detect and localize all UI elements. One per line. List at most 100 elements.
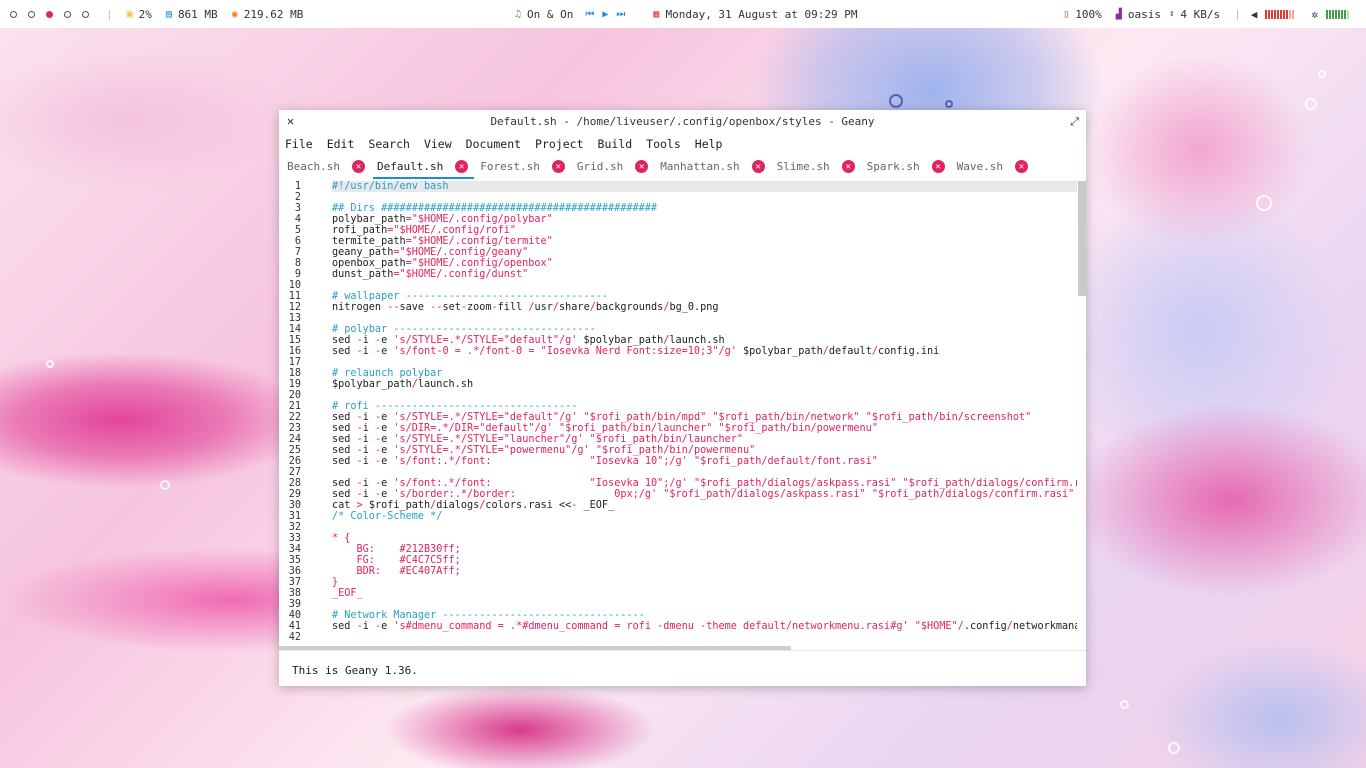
line-number: 15 [288, 335, 301, 346]
tab-manhattan[interactable]: Manhattan.sh ✕ [654, 154, 770, 179]
close-tab-icon[interactable]: ✕ [1015, 160, 1028, 173]
code-line[interactable]: sed -i -e 's/STYLE=.*/STYLE="default"/g'… [332, 335, 1077, 346]
disk-module: ◉ 219.62 MB [232, 8, 304, 21]
code-line[interactable]: nitrogen --save --set-zoom-fill /usr/sha… [332, 302, 1077, 313]
menu-tools[interactable]: Tools [646, 137, 681, 151]
workspace-2[interactable] [28, 10, 35, 18]
code-line[interactable]: termite_path="$HOME/.config/termite" [332, 236, 1077, 247]
code-line[interactable]: openbox_path="$HOME/.config/openbox" [332, 258, 1077, 269]
menu-bar: File Edit Search View Document Project B… [279, 133, 1086, 154]
menu-help[interactable]: Help [695, 137, 723, 151]
code-line[interactable]: # wallpaper ----------------------------… [332, 291, 1077, 302]
line-number: 33 [288, 533, 301, 544]
date-module: ▦ Monday, 31 August at 09:29 PM [653, 8, 857, 21]
battery-module: ▯ 100% [1063, 8, 1102, 21]
code-line[interactable]: cat > $rofi_path/dialogs/colors.rasi <<-… [332, 500, 1077, 511]
code-line[interactable] [332, 192, 1077, 203]
window-titlebar[interactable]: ✕ Default.sh - /home/liveuser/.config/op… [279, 110, 1086, 133]
line-number: 24 [288, 434, 301, 445]
tab-spark[interactable]: Spark.sh ✕ [861, 154, 951, 179]
code-line[interactable]: sed -i -e 's/font-0 = .*/font-0 = "Iosev… [332, 346, 1077, 357]
close-tab-icon[interactable]: ✕ [455, 160, 469, 173]
code-line[interactable]: * { [332, 533, 1077, 544]
volume-bar[interactable] [1265, 9, 1295, 19]
code-line[interactable]: /* Color-Scheme */ [332, 511, 1077, 522]
code-line[interactable]: BDR: #EC407Aff; [332, 566, 1077, 577]
code-line[interactable] [332, 599, 1077, 610]
close-tab-icon[interactable]: ✕ [635, 160, 649, 173]
code-line[interactable] [332, 280, 1077, 291]
volume-icon[interactable]: ◀ [1251, 8, 1258, 21]
menu-edit[interactable]: Edit [327, 137, 355, 151]
code-line[interactable]: sed -i -e 's/border:.*/border: 0px;/g' "… [332, 489, 1077, 500]
code-line[interactable]: ## Dirs ################################… [332, 203, 1077, 214]
code-line[interactable]: sed -i -e 's/STYLE=.*/STYLE="launcher"/g… [332, 434, 1077, 445]
code-line[interactable] [332, 357, 1077, 368]
line-number: 20 [288, 390, 301, 401]
code-line[interactable]: # relaunch polybar [332, 368, 1077, 379]
code-line[interactable]: polybar_path="$HOME/.config/polybar" [332, 214, 1077, 225]
close-tab-icon[interactable]: ✕ [551, 160, 565, 173]
tab-beach[interactable]: Beach.sh ✕ [281, 154, 371, 179]
code-line[interactable]: FG: #C4C7C5ff; [332, 555, 1077, 566]
code-line[interactable]: sed -i -e 's/font:.*/font: "Iosevka 10";… [332, 478, 1077, 489]
vertical-scrollbar[interactable] [1078, 181, 1086, 296]
tab-default[interactable]: Default.sh ✕ [371, 154, 475, 179]
code-line[interactable]: sed -i -e 's/DIR=.*/DIR="default"/g' "$r… [332, 423, 1077, 434]
menu-project[interactable]: Project [535, 137, 583, 151]
tab-wave[interactable]: Wave.sh ✕ [951, 154, 1034, 179]
code-line[interactable] [332, 467, 1077, 478]
code-line[interactable] [332, 522, 1077, 533]
close-tab-icon[interactable]: ✕ [931, 160, 945, 173]
tab-slime[interactable]: Slime.sh ✕ [771, 154, 861, 179]
code-line[interactable]: geany_path="$HOME/.config/geany" [332, 247, 1077, 258]
tab-forest[interactable]: Forest.sh ✕ [474, 154, 571, 179]
code-line[interactable] [332, 390, 1077, 401]
workspace-5[interactable] [82, 10, 89, 18]
menu-search[interactable]: Search [368, 137, 410, 151]
close-tab-icon[interactable]: ✕ [841, 160, 855, 173]
code-line[interactable]: rofi_path="$HOME/.config/rofi" [332, 225, 1077, 236]
code-line[interactable]: sed -i -e 's/font:.*/font: "Iosevka 10";… [332, 456, 1077, 467]
code-line[interactable] [332, 313, 1077, 324]
menu-build[interactable]: Build [598, 137, 633, 151]
code-line[interactable] [332, 632, 1077, 641]
music-module[interactable]: ♫ On & On [515, 8, 573, 21]
code-editor[interactable]: 1 2 3 4 5 6 7 8 9 10 11 12 13 14 15 16 17 18 19 20 21 22 23 24 2… [279, 181, 1086, 650]
code-line[interactable]: sed -i -e 's/STYLE=.*/STYLE="powermenu"/… [332, 445, 1077, 456]
code-line[interactable]: } [332, 577, 1077, 588]
menu-view[interactable]: View [424, 137, 452, 151]
code-line[interactable]: BG: #212B30ff; [332, 544, 1077, 555]
workspace-3[interactable] [46, 10, 53, 18]
maximize-icon[interactable]: ⤢ [1070, 110, 1079, 133]
network-name: oasis [1127, 7, 1161, 21]
code-line[interactable]: # polybar ------------------------------… [332, 324, 1077, 335]
code-area[interactable]: #!/usr/bin/env bash ## Dirs ############… [332, 181, 1077, 641]
code-line[interactable]: sed -i -e 's#dmenu_command = .*#dmenu_co… [332, 621, 1077, 632]
code-line[interactable]: _EOF_ [332, 588, 1077, 599]
code-line[interactable]: #!/usr/bin/env bash [332, 181, 1077, 192]
previous-track-icon[interactable]: ⏮ [585, 9, 594, 20]
line-number: 26 [288, 456, 301, 467]
close-window-icon[interactable]: ✕ [287, 110, 294, 133]
tab-grid[interactable]: Grid.sh ✕ [571, 154, 654, 179]
code-line[interactable]: sed -i -e 's/STYLE=.*/STYLE="default"/g'… [332, 412, 1077, 423]
code-line[interactable]: # rofi --------------------------------- [332, 401, 1077, 412]
close-tab-icon[interactable]: ✕ [351, 160, 365, 173]
menu-document[interactable]: Document [466, 137, 521, 151]
close-tab-icon[interactable]: ✕ [751, 160, 765, 173]
line-number: 4 [294, 214, 301, 225]
line-number: 22 [288, 412, 301, 423]
tab-label: Manhattan.sh [660, 160, 740, 173]
message-panel: This is Geany 1.36. [279, 650, 1086, 686]
menu-file[interactable]: File [285, 137, 313, 151]
brightness-bar[interactable] [1326, 9, 1350, 19]
next-track-icon[interactable]: ⏭ [616, 9, 625, 20]
network-module[interactable]: ▟ oasis ⇕ 4 KB/s [1116, 8, 1220, 21]
code-line[interactable]: $polybar_path/launch.sh [332, 379, 1077, 390]
play-icon[interactable]: ▶ [602, 9, 608, 20]
workspace-1[interactable] [10, 10, 17, 18]
code-line[interactable]: # Network Manager ----------------------… [332, 610, 1077, 621]
workspace-4[interactable] [64, 10, 71, 18]
code-line[interactable]: dunst_path="$HOME/.config/dunst" [332, 269, 1077, 280]
